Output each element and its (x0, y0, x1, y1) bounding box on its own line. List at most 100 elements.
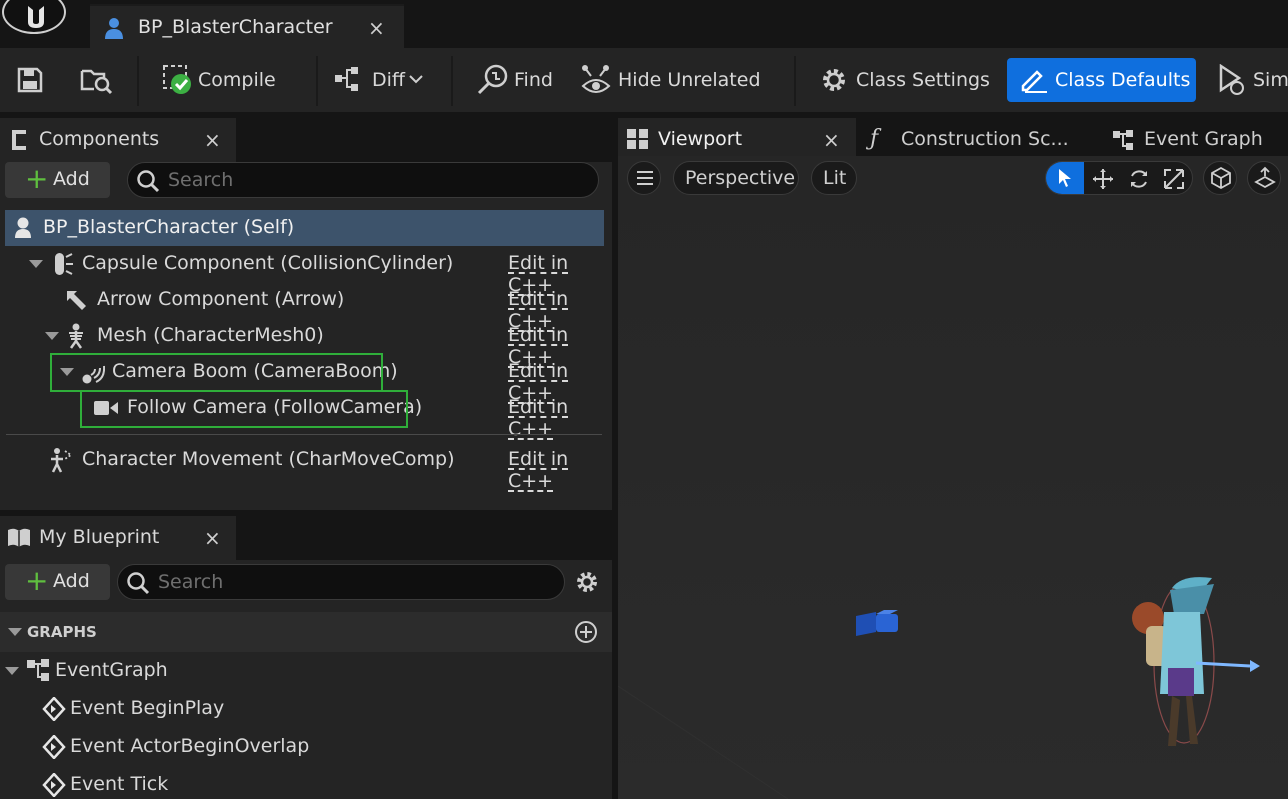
search-icon (126, 571, 150, 595)
find-label: Find (514, 69, 553, 91)
tree-row-event-begin-play[interactable]: Event BeginPlay (0, 691, 600, 727)
toolbar-separator (451, 56, 453, 106)
edit-in-cpp-link[interactable]: Edit in C++ (508, 448, 605, 492)
toolbar-separator (316, 56, 318, 106)
tree-row-capsule-component[interactable]: Capsule Component (CollisionCylinder) Ed… (5, 246, 605, 296)
camera-gizmo-icon[interactable] (854, 608, 902, 640)
tree-divider (6, 434, 602, 435)
tree-row-label: Event ActorBeginOverlap (70, 735, 310, 757)
components-tab-label: Components (39, 128, 160, 150)
viewport-canvas[interactable]: Perspective Lit (618, 156, 1288, 799)
components-search-input[interactable] (168, 167, 544, 193)
components-panel: Components × + Add BP_BlasterCharacter (… (0, 112, 612, 510)
tab-construction-script-label: Construction Sc... (901, 128, 1069, 150)
camera-boom-highlight (50, 353, 383, 392)
components-icon (8, 129, 30, 151)
gear-icon[interactable] (574, 569, 600, 595)
expand-arrow-icon[interactable] (5, 667, 19, 675)
blueprint-character-icon (102, 16, 126, 40)
hide-unrelated-icon (580, 64, 614, 96)
find-icon (476, 64, 510, 96)
plus-icon: + (25, 564, 49, 597)
perspective-label: Perspective (685, 167, 796, 189)
tree-row-label: EventGraph (55, 659, 168, 681)
tab-viewport-label: Viewport (658, 128, 743, 150)
tree-row-event-actor-begin-overlap[interactable]: Event ActorBeginOverlap (0, 729, 600, 765)
my-blueprint-search-input[interactable] (158, 569, 515, 595)
lit-button[interactable]: Lit (811, 161, 857, 195)
unreal-logo-icon[interactable] (2, 0, 66, 34)
graphs-header-label: GRAPHS (27, 623, 97, 641)
my-blueprint-tab-label: My Blueprint (39, 526, 160, 548)
compile-label: Compile (198, 69, 276, 91)
simulate-button[interactable]: Sim (1217, 48, 1288, 112)
scale-tool-icon[interactable] (1163, 168, 1185, 190)
add-graph-icon[interactable] (574, 620, 598, 644)
expand-arrow-icon[interactable] (45, 332, 59, 340)
components-tab-close-icon[interactable]: × (204, 128, 221, 152)
select-tool[interactable] (1046, 162, 1084, 194)
hide-unrelated-button[interactable]: Hide Unrelated (580, 48, 761, 112)
browse-button[interactable] (80, 48, 114, 112)
my-blueprint-body: + Add GRAPHS EventGraph (0, 560, 612, 799)
simulate-play-icon (1217, 64, 1249, 96)
my-blueprint-add-button[interactable]: + Add (5, 564, 110, 600)
diff-label: Diff (372, 69, 405, 91)
hamburger-icon (636, 170, 654, 186)
class-settings-label: Class Settings (856, 69, 990, 91)
expand-arrow-icon[interactable] (29, 260, 43, 268)
tab-viewport-close-icon[interactable]: × (823, 128, 840, 152)
tree-row-label: BP_BlasterCharacter (Self) (43, 216, 295, 238)
class-defaults-label: Class Defaults (1055, 69, 1191, 91)
collapse-arrow-icon[interactable] (8, 628, 22, 636)
compile-button[interactable]: Compile (162, 48, 276, 112)
tree-row-self[interactable]: BP_BlasterCharacter (Self) (5, 210, 604, 246)
compile-check-icon (162, 64, 194, 96)
components-add-label: Add (53, 168, 90, 190)
viewport-menu-button[interactable] (627, 161, 661, 195)
toolbar: Compile Diff Find Hide Unrelated Class S… (0, 48, 1288, 138)
character-mesh-preview[interactable] (1126, 568, 1262, 754)
translate-tool-icon[interactable] (1092, 168, 1114, 190)
book-icon (6, 526, 32, 550)
diff-icon (334, 65, 368, 95)
class-settings-button[interactable]: Class Settings (819, 48, 990, 112)
class-defaults-button[interactable]: Class Defaults (1007, 58, 1196, 102)
world-local-toggle[interactable] (1203, 161, 1237, 195)
tree-row-character-movement[interactable]: Character Movement (CharMoveComp) Edit i… (5, 442, 605, 492)
my-blueprint-search[interactable] (117, 564, 565, 600)
tree-row-label: Event BeginPlay (70, 697, 225, 719)
character-icon (11, 215, 35, 239)
viewport-icon (626, 128, 650, 150)
find-button[interactable]: Find (476, 48, 553, 112)
tree-row-mesh[interactable]: Mesh (CharacterMesh0) Edit in C++ (5, 318, 605, 368)
plus-icon: + (25, 162, 49, 195)
perspective-button[interactable]: Perspective (673, 161, 799, 195)
tree-row-event-tick[interactable]: Event Tick (0, 767, 600, 799)
rotate-tool-icon[interactable] (1128, 168, 1150, 190)
toolbar-separator (794, 56, 796, 106)
tree-row-event-graph[interactable]: EventGraph (0, 653, 600, 689)
viewport-area: Viewport × ƒ Construction Sc... Event Gr… (618, 112, 1288, 799)
tree-row-arrow-component[interactable]: Arrow Component (Arrow) Edit in C++ (5, 282, 605, 332)
components-tab[interactable]: Components × (0, 118, 236, 162)
character-movement-icon (48, 447, 74, 473)
title-bar: BP_BlasterCharacter × (0, 0, 1288, 48)
folder-search-icon (80, 65, 114, 95)
diff-button[interactable]: Diff (334, 48, 423, 112)
surface-snapping-toggle[interactable] (1247, 161, 1281, 195)
follow-camera-highlight (80, 390, 408, 428)
tree-row-label: Capsule Component (CollisionCylinder) (82, 252, 454, 274)
my-blueprint-tab-close-icon[interactable]: × (204, 526, 221, 550)
doc-tab-label: BP_BlasterCharacter (138, 16, 333, 38)
save-button[interactable] (16, 48, 44, 112)
my-blueprint-tab[interactable]: My Blueprint × (0, 516, 236, 560)
components-add-button[interactable]: + Add (5, 162, 110, 198)
graphs-section-header[interactable]: GRAPHS (0, 612, 612, 652)
components-search[interactable] (127, 162, 599, 198)
doc-tab-bp-blaster-character[interactable]: BP_BlasterCharacter × (90, 4, 404, 48)
save-icon (16, 66, 44, 94)
doc-tab-close-icon[interactable]: × (368, 16, 385, 40)
tree-row-label: Arrow Component (Arrow) (97, 288, 345, 310)
tree-row-label: Mesh (CharacterMesh0) (97, 324, 324, 346)
